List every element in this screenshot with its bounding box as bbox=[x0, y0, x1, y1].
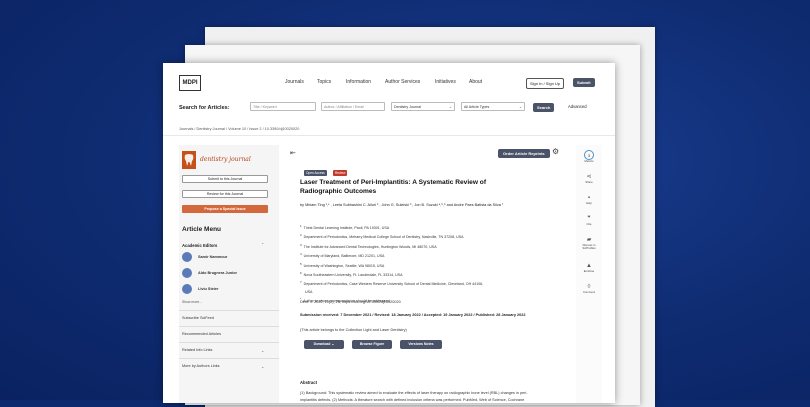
avatar bbox=[182, 268, 192, 278]
propose-special-issue-button[interactable]: Propose a Special Issue bbox=[182, 205, 268, 213]
discuss-label: Discuss in SciProfiles bbox=[582, 243, 596, 251]
author-affiliation-input[interactable]: Author / Affiliation / Email bbox=[321, 102, 385, 111]
divider bbox=[179, 326, 279, 327]
article-menu-title: Article Menu bbox=[182, 226, 222, 233]
affiliation-item: USA bbox=[305, 289, 313, 294]
right-toolbar: 3 Metrics ⋖ Share ▪ Help ❞ Cite ▰ Discus… bbox=[576, 145, 602, 403]
chevron-up-icon[interactable]: ⌃ bbox=[261, 242, 264, 247]
discuss-button[interactable]: ▰ Discuss in SciProfiles bbox=[576, 237, 602, 250]
header: MDPI Journals Topics Information Author … bbox=[163, 63, 615, 103]
affiliation-item: 5 University of Washington, Seattle, WA … bbox=[300, 261, 385, 268]
nav-author-services[interactable]: Author Services bbox=[385, 79, 420, 85]
chevron-down-icon[interactable]: ⌄ bbox=[261, 364, 264, 369]
abstract-text: (1) Background: This systematic review a… bbox=[300, 391, 528, 402]
chevron-down-icon: ⌄ bbox=[518, 105, 522, 109]
affiliation-item: 6 Nova Southeastern University, Ft. Laud… bbox=[300, 270, 403, 278]
review-for-journal-button[interactable]: Review for this Journal bbox=[182, 190, 268, 198]
versions-notes-button[interactable]: Versions Notes bbox=[400, 340, 442, 349]
help-label: Help bbox=[586, 201, 592, 205]
webpage-sheet: MDPI Journals Topics Information Author … bbox=[163, 63, 615, 403]
subscribe-scifeed-link[interactable]: Subscribe SciFeed bbox=[182, 316, 214, 320]
share-button[interactable]: ⋖ Share bbox=[576, 174, 602, 184]
article-type-select[interactable]: All Article Types ⌄ bbox=[461, 102, 525, 111]
endorse-label: Endorse bbox=[583, 269, 595, 273]
affiliation-item: 3 The Institute for Advanced Dental Tech… bbox=[300, 242, 437, 249]
divider bbox=[179, 358, 279, 359]
nav-initiatives[interactable]: Initiatives bbox=[435, 79, 456, 85]
submit-button[interactable]: Submit bbox=[573, 78, 595, 87]
collection-note[interactable]: (This article belongs to the Collection … bbox=[300, 328, 407, 332]
more-by-authors-links[interactable]: More by Authors Links bbox=[182, 364, 220, 368]
chevron-down-icon: ⌄ bbox=[448, 105, 452, 109]
editor-name[interactable]: Samir Nammour bbox=[198, 255, 227, 259]
journal-select[interactable]: Dentistry Journal ⌄ bbox=[391, 102, 455, 111]
review-badge: Review bbox=[333, 170, 348, 176]
mdpi-logo[interactable]: MDPI bbox=[179, 75, 201, 91]
help-button[interactable]: ▪ Help bbox=[576, 195, 602, 205]
article-title: Laser Treatment of Peri-Implantitis: A S… bbox=[300, 179, 487, 195]
article-main: ⇤ Order Article Reprints ⚙ Open Access R… bbox=[288, 145, 573, 403]
search-label: Search for Articles: bbox=[179, 105, 230, 111]
divider bbox=[163, 135, 615, 136]
comment-label: Comment bbox=[582, 290, 596, 294]
journal-name: dentistry journal bbox=[200, 156, 251, 163]
editor-name[interactable]: Aldo Brugnera Junior bbox=[198, 271, 237, 275]
tooth-icon bbox=[182, 151, 196, 169]
divider bbox=[179, 342, 279, 343]
submit-to-journal-button[interactable]: Submit to this Journal bbox=[182, 175, 268, 183]
academic-editors-heading[interactable]: Academic Editors bbox=[182, 243, 217, 248]
advanced-search-link[interactable]: Advanced bbox=[568, 104, 587, 109]
avatar bbox=[182, 252, 192, 262]
signin-button[interactable]: Sign In / Sign Up bbox=[526, 78, 565, 89]
search-button[interactable]: Search bbox=[533, 103, 555, 112]
article-type-value: All Article Types bbox=[464, 105, 490, 109]
journal-logo[interactable]: dentistry journal bbox=[182, 151, 270, 169]
avatar bbox=[182, 284, 192, 294]
publication-dates: Submission received: 7 December 2021 / R… bbox=[300, 313, 526, 317]
metrics-label: Metrics bbox=[584, 159, 594, 163]
open-access-badge: Open Access bbox=[304, 170, 327, 176]
download-button[interactable]: Download ⌄ bbox=[304, 340, 344, 349]
affiliations: 1 Think Dental Learning Institute, Paoli… bbox=[300, 223, 550, 305]
metrics-button[interactable]: 3 Metrics bbox=[576, 150, 602, 163]
chevron-down-icon[interactable]: ⌄ bbox=[261, 348, 264, 353]
related-info-links[interactable]: Related Info Links bbox=[182, 348, 212, 352]
affiliation-item: 4 University of Maryland, Baltimore, MD … bbox=[300, 252, 385, 259]
affiliation-item: 1 Think Dental Learning Institute, Paoli… bbox=[300, 224, 390, 231]
cite-button[interactable]: ❞ Cite bbox=[576, 216, 602, 226]
endorse-button[interactable]: ▲ Endorse bbox=[576, 263, 602, 273]
cite-label: Cite bbox=[586, 222, 592, 226]
nav-information[interactable]: Information bbox=[346, 79, 371, 85]
show-more-link[interactable]: Show more... bbox=[182, 300, 202, 304]
left-sidebar: dentistry journal Submit to this Journal… bbox=[179, 145, 279, 403]
recommended-articles-link[interactable]: Recommended Articles bbox=[182, 332, 221, 336]
comment-button[interactable]: ◊ Comment bbox=[576, 284, 602, 294]
editor-name[interactable]: Liviu Steier bbox=[198, 287, 218, 291]
browse-figure-button[interactable]: Browse Figure bbox=[352, 340, 392, 349]
order-reprints-button[interactable]: Order Article Reprints bbox=[498, 149, 550, 158]
divider bbox=[179, 310, 279, 311]
nav-about[interactable]: About bbox=[469, 79, 482, 85]
nav-topics[interactable]: Topics bbox=[317, 79, 331, 85]
collapse-sidebar-icon[interactable]: ⇤ bbox=[290, 149, 296, 157]
affiliation-item: 7 Department of Periodontics, Case Weste… bbox=[300, 280, 484, 287]
nav-journals[interactable]: Journals bbox=[285, 79, 304, 85]
breadcrumb: Journals / Dentistry Journal / Volume 10… bbox=[179, 127, 300, 131]
journal-select-value: Dentistry Journal bbox=[394, 105, 421, 109]
share-label: Share bbox=[585, 180, 593, 184]
author-list[interactable]: by Miriam Ting ¹,* , Leela Subhashini C.… bbox=[300, 202, 555, 209]
gear-icon[interactable]: ⚙ bbox=[552, 147, 559, 156]
title-keyword-input[interactable]: Title / Keyword bbox=[250, 102, 316, 111]
citation[interactable]: Dent. J. 2022, 10(2), 20; https://doi.or… bbox=[300, 300, 550, 304]
abstract-heading: Abstract bbox=[300, 380, 317, 385]
affiliation-item: 2 Department of Periodontics, Meharry Me… bbox=[300, 233, 464, 240]
